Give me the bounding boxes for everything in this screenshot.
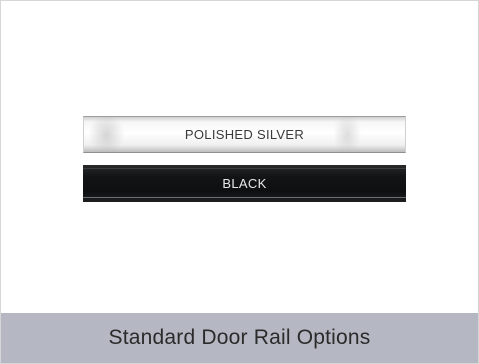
rail-swatch-list: POLISHED SILVER BLACK	[83, 116, 406, 202]
black-swatch[interactable]: BLACK	[83, 165, 406, 202]
caption-bar: Standard Door Rail Options	[1, 313, 478, 363]
caption-title: Standard Door Rail Options	[108, 326, 371, 349]
black-label: BLACK	[222, 176, 267, 191]
polished-silver-label: POLISHED SILVER	[184, 127, 305, 142]
polished-silver-swatch[interactable]: POLISHED SILVER	[83, 116, 406, 153]
product-card: POLISHED SILVER BLACK Standard Door Rail…	[0, 0, 479, 364]
